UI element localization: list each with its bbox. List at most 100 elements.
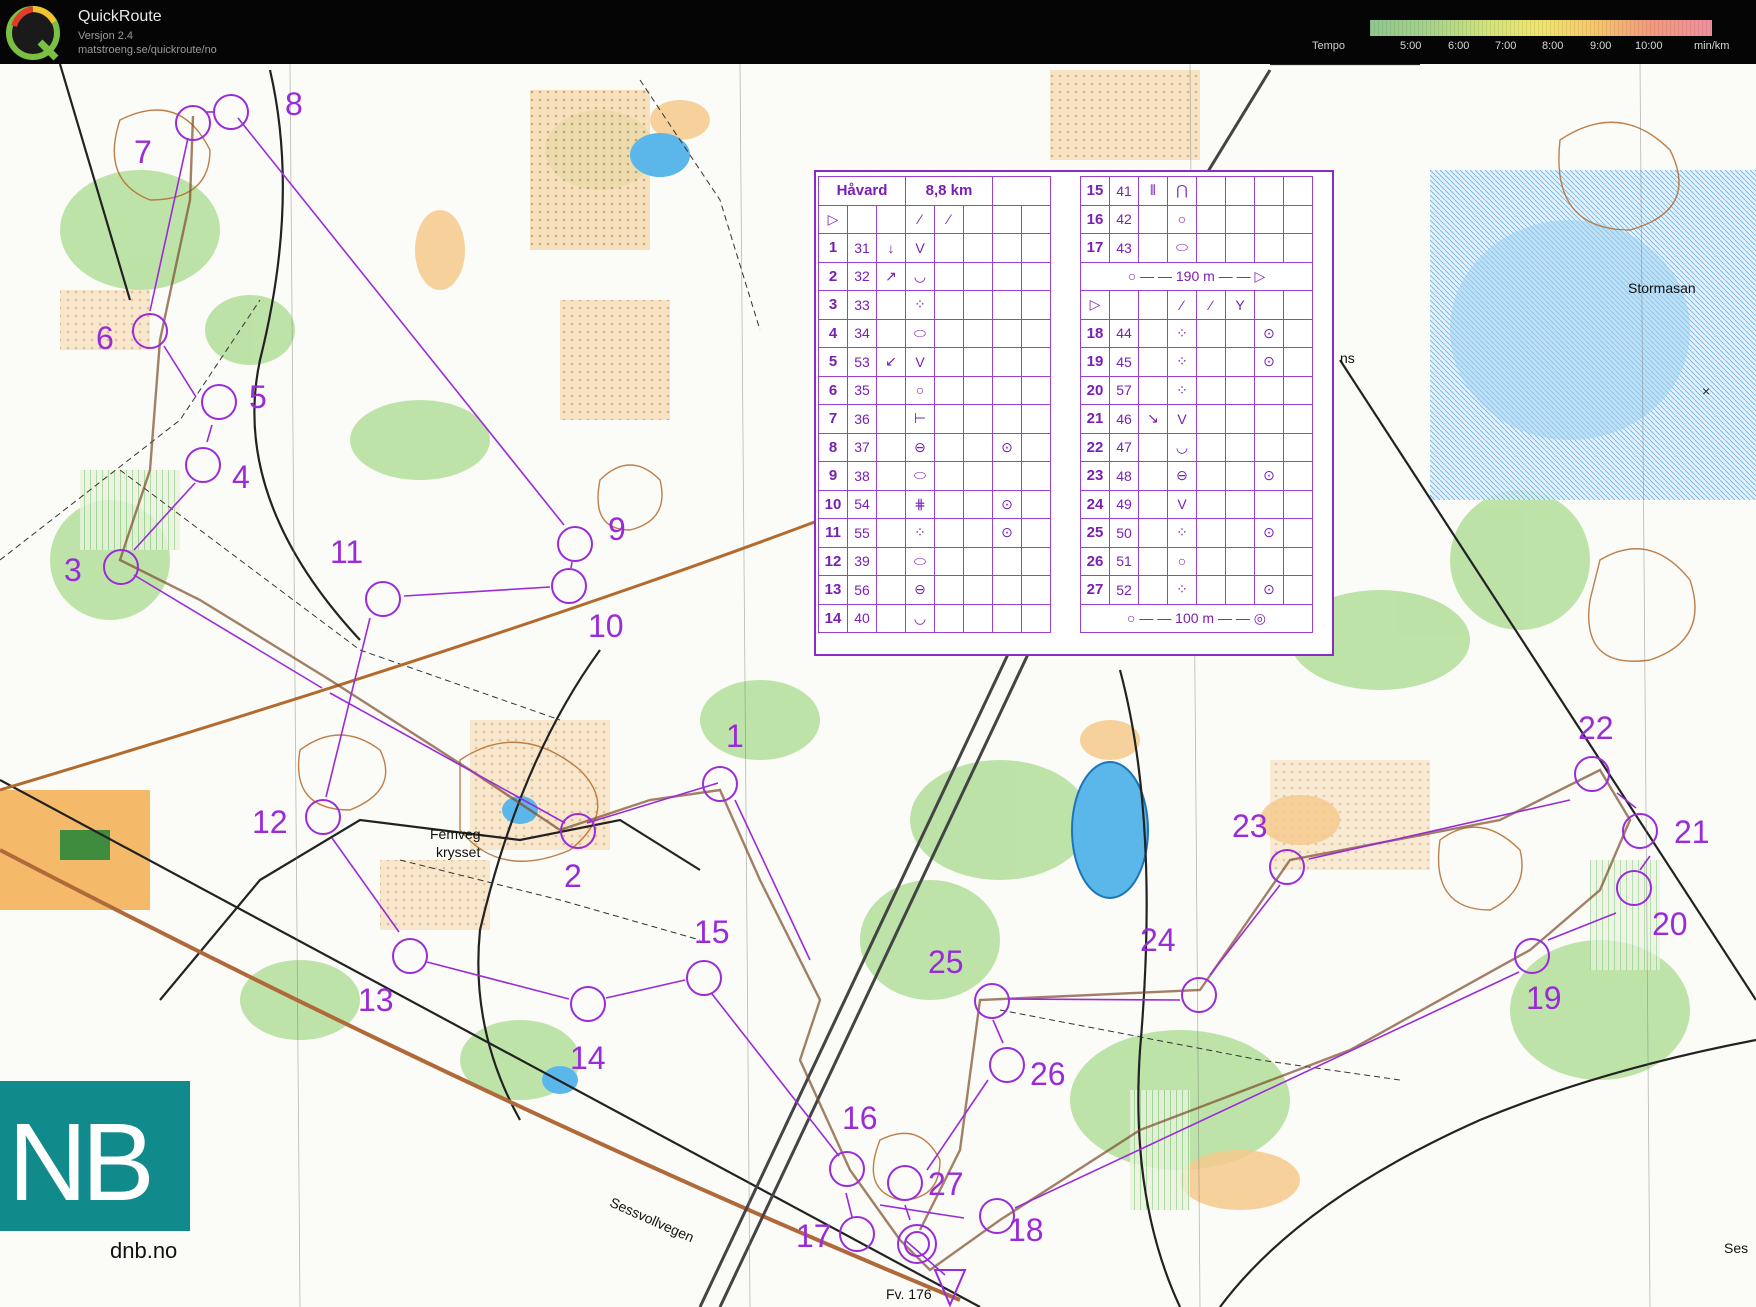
desc-row-code: 40	[847, 603, 877, 633]
place-name: Femveg-	[430, 826, 486, 842]
desc-row-number: 10	[818, 489, 848, 519]
arrow-se-icon: ↘	[1138, 404, 1168, 434]
app-name: QuickRoute	[78, 8, 162, 25]
control-number: 24	[1140, 922, 1176, 958]
control-number: 15	[694, 914, 730, 950]
desc-row-number: 2	[818, 261, 848, 291]
desc-row-code: 51	[1109, 546, 1139, 576]
control-number: 20	[1652, 906, 1688, 942]
start-triangle-icon: ▷	[818, 204, 848, 234]
desc-row-number: 20	[1080, 375, 1110, 405]
depression-icon: ◡	[905, 261, 935, 291]
app-url: matstroeng.se/quickroute/no	[78, 44, 217, 56]
circle-icon: ○	[1167, 546, 1197, 576]
circle-icon: ○	[1167, 204, 1197, 234]
desc-row-code: 44	[1109, 318, 1139, 348]
desc-row-code: 54	[847, 489, 877, 519]
dot-circle-icon: ⁘	[1167, 518, 1197, 548]
desc-row-code: 48	[1109, 461, 1139, 491]
knoll-icon: ⬭	[905, 546, 935, 576]
v-symbol-icon: V	[1167, 404, 1197, 434]
desc-row-number: 13	[818, 575, 848, 605]
desc-row-number: 12	[818, 546, 848, 576]
desc-row-number: 22	[1080, 432, 1110, 462]
tempo-tick: 6:00	[1448, 40, 1470, 52]
tempo-tick: 10:00	[1635, 40, 1663, 52]
dot-circle-icon: ⁘	[1167, 375, 1197, 405]
desc-row-code: 45	[1109, 347, 1139, 377]
desc-row-number: 5	[818, 347, 848, 377]
place-name: ns	[1340, 350, 1355, 366]
dot-circle-icon: ⁘	[905, 290, 935, 320]
control-number: 7	[134, 134, 152, 170]
v-symbol-icon: V	[905, 347, 935, 377]
tempo-color-scale	[1370, 20, 1712, 36]
feature-circle-icon: ⊙	[992, 432, 1022, 462]
circle-icon: ○	[905, 375, 935, 405]
depression-icon: ◡	[905, 603, 935, 633]
desc-row-number: 18	[1080, 318, 1110, 348]
finish-route-distance: 100 m	[1175, 609, 1215, 626]
control-description-sheet: Håvard 8,8 km ▷ ⁄ ⁄ 1 31 ↓ V 2 32 ↗ ◡ 3 33 ⁘ 4 34 ⬭…	[814, 170, 1334, 656]
desc-row-number: 19	[1080, 347, 1110, 377]
desc-row-number: 25	[1080, 518, 1110, 548]
control-number: 8	[285, 86, 303, 122]
desc-row-code: 37	[847, 432, 877, 462]
desc-row-code: 34	[847, 318, 877, 348]
desc-row-code: 50	[1109, 518, 1139, 548]
desc-row-code: 41	[1109, 176, 1139, 206]
knoll-icon: ⬭	[905, 318, 935, 348]
control-number: 11	[330, 534, 364, 570]
desc-row-number: 8	[818, 432, 848, 462]
desc-row-code: 42	[1109, 204, 1139, 234]
control-number: 5	[249, 379, 267, 415]
control-number: 13	[358, 982, 394, 1018]
desc-row-number: 16	[1080, 204, 1110, 234]
desc-row-code: 33	[847, 290, 877, 320]
contour-knoll-icon: ⊖	[905, 432, 935, 462]
control-number: 22	[1578, 710, 1614, 746]
control-number: 17	[796, 1218, 832, 1254]
place-name: Ses	[1724, 1240, 1749, 1256]
desc-row-code: 49	[1109, 489, 1139, 519]
desc-row-number: 24	[1080, 489, 1110, 519]
quickroute-logo-icon	[6, 6, 60, 61]
control-number: 1	[726, 718, 744, 754]
desc-row-number: 14	[818, 603, 848, 633]
course-distance: 8,8 km	[905, 176, 993, 206]
tempo-unit: min/km	[1694, 40, 1730, 52]
desc-row-number: 11	[818, 518, 848, 548]
desc-row-number: 17	[1080, 233, 1110, 263]
control-number: 6	[96, 320, 114, 356]
marked-route-distance: 190 m	[1175, 267, 1215, 284]
path-junction-icon: ⊢	[905, 404, 935, 434]
desc-row-number: 4	[818, 318, 848, 348]
feature-circle-icon: ⊙	[992, 518, 1022, 548]
desc-row-number: 26	[1080, 546, 1110, 576]
control-number: 23	[1232, 808, 1268, 844]
control-number: 25	[928, 944, 964, 980]
control-number: 3	[64, 552, 82, 588]
feature-circle-icon: ⊙	[1254, 518, 1284, 548]
feature-circle-icon: ⊙	[1254, 318, 1284, 348]
tempo-tick: 9:00	[1590, 40, 1612, 52]
control-number: 2	[564, 858, 582, 894]
desc-row-number: 27	[1080, 575, 1110, 605]
desc-row-code: 39	[847, 546, 877, 576]
desc-row-code: 57	[1109, 375, 1139, 405]
control-number: 4	[232, 459, 250, 495]
feature-circle-icon: ⊙	[992, 489, 1022, 519]
finish-route-row: ○ — — 100 m — — ◎	[1080, 603, 1313, 633]
contour-knoll-icon: ⊖	[1167, 461, 1197, 491]
desc-row-number: 15	[1080, 176, 1110, 206]
feature-circle-icon: ⊙	[1254, 575, 1284, 605]
control-number: 9	[608, 511, 626, 547]
desc-row-number: 1	[818, 233, 848, 263]
sponsor-logo-text: NB	[8, 1101, 155, 1224]
sponsor-url[interactable]: dnb.no	[110, 1238, 177, 1264]
feature-circle-icon: ⊙	[1254, 461, 1284, 491]
feature-circle-icon: ⊙	[1254, 347, 1284, 377]
desc-row-number: 7	[818, 404, 848, 434]
contour-knoll-icon: ⊖	[905, 575, 935, 605]
arrow-sw-icon: ↙	[876, 347, 906, 377]
